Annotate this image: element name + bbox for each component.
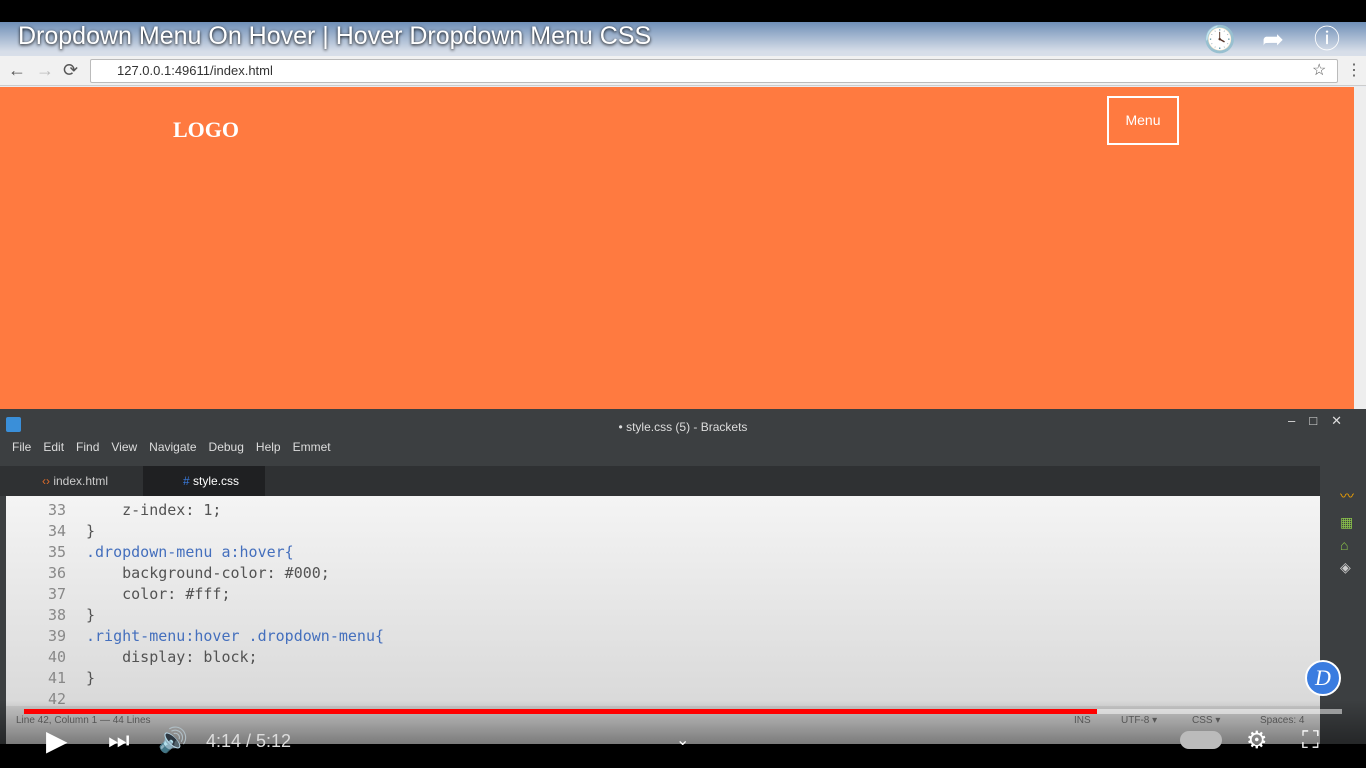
line-number: 33 bbox=[47, 501, 66, 519]
share-icon[interactable]: ➦ bbox=[1256, 22, 1290, 56]
progress-fill bbox=[24, 709, 1097, 714]
exit-fullscreen-icon[interactable]: ⛶ bbox=[1302, 727, 1319, 755]
html-file-icon: ‹› bbox=[42, 474, 50, 488]
bookmark-star-icon[interactable]: ☆ bbox=[1312, 60, 1326, 80]
browser-chrome: Dropdown Menu On Hover | Hover Dropdown … bbox=[0, 22, 1366, 87]
forward-icon[interactable]: → bbox=[36, 60, 54, 81]
chevron-down-icon[interactable]: ⌄ bbox=[676, 727, 689, 755]
code-line: z-index: 1; bbox=[86, 501, 222, 519]
window-controls[interactable]: –□✕ bbox=[1288, 413, 1356, 429]
info-icon[interactable]: ⓘ bbox=[1310, 22, 1344, 56]
extension-icon[interactable]: ⌂ bbox=[1340, 537, 1366, 553]
autoplay-toggle[interactable] bbox=[1180, 731, 1222, 749]
line-number: 40 bbox=[47, 648, 66, 666]
volume-icon[interactable]: 🔊 bbox=[158, 727, 188, 755]
line-number: 35 bbox=[47, 543, 66, 561]
menu-edit[interactable]: Edit bbox=[43, 440, 64, 454]
cursor-position: Line 42, Column 1 — 44 Lines bbox=[16, 715, 151, 726]
time-display: 4:14 / 5:12 bbox=[206, 731, 292, 751]
channel-badge[interactable]: D bbox=[1305, 660, 1341, 696]
extension-manager-icon[interactable]: ▦ bbox=[1340, 514, 1366, 531]
code-line: } bbox=[86, 522, 96, 540]
settings-gear-icon[interactable]: ⚙ bbox=[1246, 727, 1268, 755]
code-line: background-color: #000; bbox=[86, 564, 330, 582]
video-title[interactable]: Dropdown Menu On Hover | Hover Dropdown … bbox=[18, 22, 651, 51]
page-scrollbar[interactable] bbox=[1354, 87, 1366, 409]
line-number: 37 bbox=[47, 585, 66, 603]
code-line: color: #fff; bbox=[86, 585, 231, 603]
editor-menubar: File Edit Find View Navigate Debug Help Emmet bbox=[12, 440, 343, 454]
layers-icon[interactable]: ◈ bbox=[1340, 559, 1366, 576]
line-number: 38 bbox=[47, 606, 66, 624]
encoding-select[interactable]: UTF-8 ▾ bbox=[1121, 715, 1157, 726]
logo: LOGO bbox=[173, 117, 240, 142]
tab-style-css[interactable]: # style.css bbox=[143, 466, 265, 496]
tab-label: index.html bbox=[53, 474, 109, 488]
brackets-editor: • style.css (5) - Brackets –□✕ File Edit F… bbox=[0, 409, 1366, 744]
editor-tabs: ‹› index.html # style.css bbox=[0, 466, 1320, 496]
menu-file[interactable]: File bbox=[12, 440, 31, 454]
address-bar-row: ← → ⟳ 127.0.0.1:49611/index.html ☆ ⋮ bbox=[0, 56, 1366, 86]
menu-debug[interactable]: Debug bbox=[209, 440, 244, 454]
menu-find[interactable]: Find bbox=[76, 440, 99, 454]
code-line: } bbox=[86, 669, 96, 687]
watch-later-icon[interactable]: 🕓 bbox=[1203, 22, 1237, 56]
menu-navigate[interactable]: Navigate bbox=[149, 440, 196, 454]
browser-menu-icon[interactable]: ⋮ bbox=[1346, 60, 1362, 80]
url-text: 127.0.0.1:49611/index.html bbox=[117, 63, 273, 78]
menu-emmet[interactable]: Emmet bbox=[293, 440, 331, 454]
web-page: LOGO Menu bbox=[0, 87, 1354, 409]
line-number: 36 bbox=[47, 564, 66, 582]
code-area[interactable]: 33 z-index: 1; 34} 35 .dropdown-menu a:hove… bbox=[6, 496, 1320, 708]
back-icon[interactable]: ← bbox=[8, 60, 26, 81]
code-line: .dropdown-menu a:hover{ bbox=[86, 543, 294, 561]
editor-title: • style.css (5) - Brackets bbox=[618, 420, 748, 434]
menu-help[interactable]: Help bbox=[256, 440, 281, 454]
live-preview-icon[interactable]: 〰 bbox=[1340, 486, 1366, 506]
player-controls: ▶ ⏭ 🔊 4:14 / 5:12 ⌄ ⚙ ⛶ bbox=[0, 700, 1366, 768]
language-select[interactable]: CSS ▾ bbox=[1192, 715, 1220, 726]
code-line: } bbox=[86, 606, 96, 624]
top-bar bbox=[0, 0, 1366, 22]
reload-icon[interactable]: ⟳ bbox=[63, 60, 78, 81]
insert-mode[interactable]: INS bbox=[1074, 715, 1091, 726]
url-field[interactable]: 127.0.0.1:49611/index.html bbox=[90, 59, 1338, 83]
code-line: .right-menu:hover .dropdown-menu{ bbox=[86, 627, 385, 645]
menu-view[interactable]: View bbox=[111, 440, 137, 454]
tab-index-html[interactable]: ‹› index.html bbox=[20, 466, 142, 496]
menu-button[interactable]: Menu bbox=[1107, 96, 1179, 145]
progress-bar[interactable] bbox=[24, 709, 1342, 714]
css-file-icon: # bbox=[183, 474, 190, 488]
line-number: 39 bbox=[47, 627, 66, 645]
line-number: 41 bbox=[47, 669, 66, 687]
play-icon[interactable]: ▶ bbox=[46, 727, 68, 755]
indent-setting[interactable]: Spaces: 4 bbox=[1260, 715, 1304, 726]
tab-label: style.css bbox=[193, 474, 240, 488]
next-icon[interactable]: ⏭ bbox=[108, 727, 130, 755]
code-line: display: block; bbox=[86, 648, 258, 666]
line-number: 34 bbox=[47, 522, 66, 540]
